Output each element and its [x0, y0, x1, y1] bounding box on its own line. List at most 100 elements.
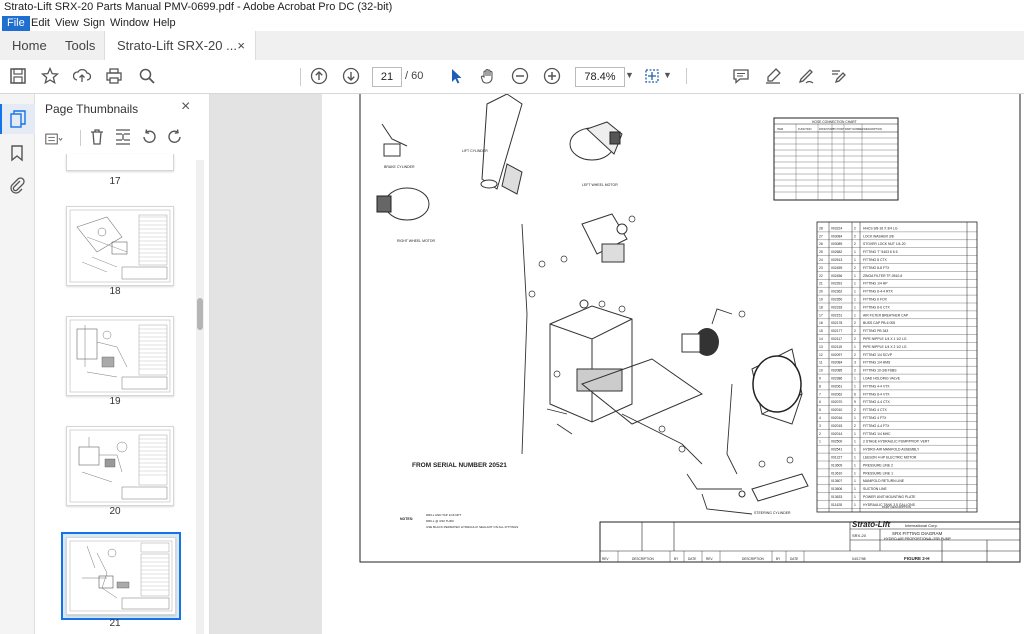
tab-tools[interactable]: Tools: [65, 31, 95, 60]
parts-description: FITTING 1/4 SCVP: [863, 353, 893, 357]
print-icon[interactable]: [104, 66, 124, 86]
fit-chevron-icon[interactable]: ▼: [663, 70, 672, 80]
drawing-date: 04/17/98: [852, 557, 866, 561]
parts-item-number: 2: [819, 432, 821, 436]
rotate-left-icon[interactable]: [140, 128, 158, 146]
parts-description: FITTING 6-6 CTX: [863, 305, 890, 309]
page-thumbnail[interactable]: [66, 316, 174, 396]
attachment-icon[interactable]: [8, 176, 26, 194]
parts-quantity: 1: [854, 290, 856, 294]
star-icon[interactable]: [40, 66, 60, 86]
parts-item-number: 28: [819, 226, 823, 230]
parts-part-number: 002178: [831, 321, 842, 325]
thumbnails-panel: Page Thumbnails × 17 18 19 20 21: [35, 94, 210, 634]
parts-item-number: 4: [819, 416, 821, 420]
parts-item-number: 23: [819, 266, 823, 270]
parts-description: FITTING 4 CTX: [863, 408, 887, 412]
parts-quantity: 2: [854, 226, 856, 230]
parts-quantity: 2: [854, 337, 856, 341]
parts-description: FITTING 8 CTX: [863, 258, 887, 262]
parts-quantity: 1: [854, 456, 856, 460]
close-icon[interactable]: ×: [181, 98, 190, 116]
upload-icon[interactable]: [72, 66, 92, 86]
parts-part-number: 002061: [831, 384, 842, 388]
note-1: DRILL AND TAP 1/16 NPT: [426, 513, 461, 517]
parts-item-number: 6: [819, 400, 821, 404]
bookmark-icon[interactable]: [8, 144, 26, 162]
model-number: SRX-20: [852, 533, 867, 538]
trash-icon[interactable]: [88, 128, 106, 146]
search-icon[interactable]: [137, 66, 157, 86]
parts-quantity: 2: [854, 329, 856, 333]
parts-part-number: 013606: [831, 487, 842, 491]
parts-item-number: 17: [819, 313, 823, 317]
parts-part-number: 002459: [831, 266, 842, 270]
parts-part-number: 002014: [831, 432, 842, 436]
parts-item-number: 11: [819, 361, 823, 365]
document-page[interactable]: LIFT CYLINDER BRAKE CYLINDER LEFT WHEEL …: [322, 94, 1024, 634]
left-wheel-motor-label: LEFT WHEEL MOTOR: [582, 183, 618, 187]
parts-item-number: 25: [819, 250, 823, 254]
zoom-in-icon[interactable]: [542, 66, 562, 86]
tab-document[interactable]: Strato-Lift SRX-20 ... ×: [104, 31, 256, 61]
parts-part-number: 002391: [831, 282, 842, 286]
parts-description: FITTING 4-4 CTX: [863, 400, 890, 404]
zoom-out-icon[interactable]: [510, 66, 530, 86]
tab-close-icon[interactable]: ×: [237, 31, 245, 60]
scrollbar-thumb[interactable]: [197, 298, 203, 330]
parts-description: LOCK WASHER 3/8: [863, 234, 894, 238]
menu-window[interactable]: Window: [105, 16, 154, 31]
parts-description: STOVER LOCK NUT 1/4-20: [863, 242, 906, 246]
chevron-down-icon[interactable]: ▼: [625, 70, 634, 80]
parts-description: FITTING 8-8 FTX: [863, 266, 890, 270]
page-thumbnail[interactable]: [66, 154, 174, 171]
select-arrow-icon[interactable]: [446, 66, 466, 86]
parts-part-number: 002500: [831, 440, 842, 444]
parts-description: PRESSURE LINE 1: [863, 471, 893, 475]
fit-page-icon[interactable]: [642, 66, 662, 86]
parts-item-number: 19: [819, 298, 823, 302]
parts-description: LEESON 4 HP ELECTRIC MOTOR: [863, 456, 917, 460]
thumbnails-scrollbar[interactable]: [196, 160, 204, 634]
company-name: Strato-Lift: [852, 520, 891, 529]
parts-part-number: 002541: [831, 448, 842, 452]
parts-quantity: 1: [854, 440, 856, 444]
save-icon[interactable]: [8, 66, 28, 86]
figure-number: FIGURE 2-H: [904, 556, 930, 561]
parts-description: BUSS CAP PB-6 005: [863, 321, 895, 325]
parts-part-number: 002177: [831, 329, 842, 333]
parts-item-number: 20: [819, 290, 823, 294]
rotate-right-icon[interactable]: [166, 128, 184, 146]
parts-part-number: 003089: [831, 242, 842, 246]
comment-icon[interactable]: [731, 66, 751, 86]
zoom-level-input[interactable]: 78.4%: [575, 67, 625, 87]
parts-description: 2 STAGE HYDRAULIC PUMP/PROP. VERT: [863, 440, 929, 444]
page-number-input[interactable]: 21: [372, 67, 402, 87]
extract-pages-icon[interactable]: [114, 128, 132, 146]
revision-header: BY: [674, 557, 679, 561]
selected-thumbnail-frame[interactable]: [61, 532, 181, 620]
page-thumbnail[interactable]: [66, 206, 174, 286]
parts-item-number: 16: [819, 321, 823, 325]
parts-part-number: 002115: [831, 345, 842, 349]
tab-home[interactable]: Home: [12, 31, 47, 60]
parts-item-number: 9: [819, 377, 821, 381]
rail-page-thumbnails-button[interactable]: [0, 104, 36, 134]
parts-quantity: 3: [854, 361, 856, 365]
page-thumbnail[interactable]: [66, 426, 174, 506]
fill-sign-icon[interactable]: [828, 66, 848, 86]
steering-cylinder-label: STEERING CYLINDER: [754, 511, 791, 515]
parts-item-number: 7: [819, 392, 821, 396]
parts-item-number: 1: [819, 440, 821, 444]
page-down-icon[interactable]: [341, 66, 361, 86]
page-up-icon[interactable]: [309, 66, 329, 86]
sign-icon[interactable]: [796, 66, 816, 86]
thumbnail-options-icon[interactable]: [45, 130, 63, 148]
hand-icon[interactable]: [478, 66, 498, 86]
brake-cylinder-label: BRAKE CYLINDER: [384, 165, 415, 169]
lift-cylinder-drawing: [480, 94, 523, 195]
parts-description: ZINGA FILTER TF-0510-6: [863, 274, 902, 278]
parts-description: FITTING 10-3/8 FSBS: [863, 369, 897, 373]
menu-help[interactable]: Help: [148, 16, 181, 31]
highlight-icon[interactable]: [763, 66, 783, 86]
